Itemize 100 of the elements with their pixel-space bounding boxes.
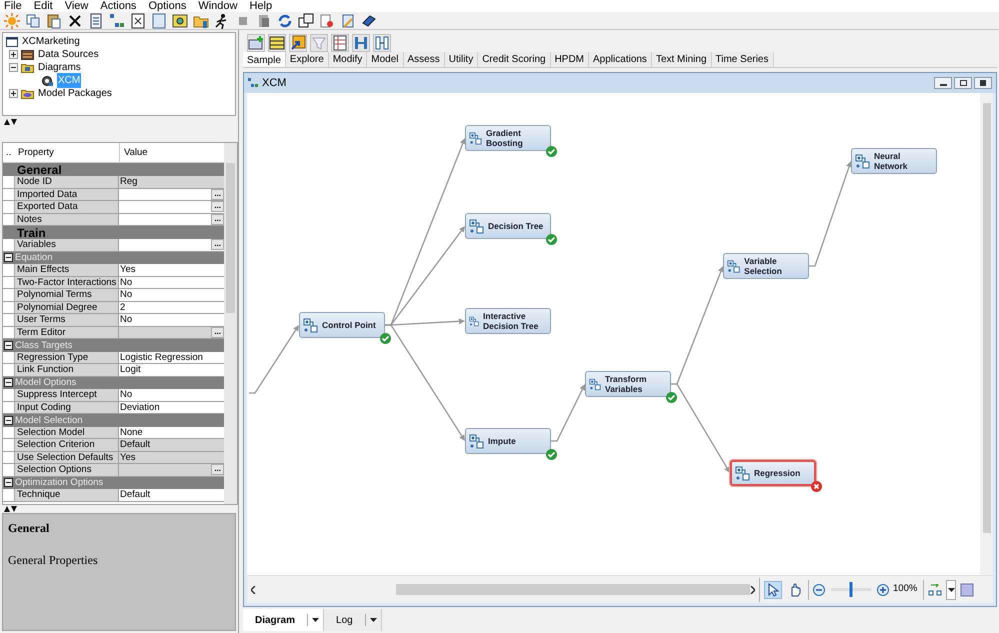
value-cell[interactable]: Reg [119,176,224,188]
vertical-scrollbar[interactable] [980,93,993,575]
tab[interactable]: Modify [328,52,368,67]
folder-icon [21,88,34,100]
tab[interactable]: Utility [444,52,478,67]
diagram-node[interactable]: Decision Tree [465,213,551,239]
caret-icon[interactable] [370,618,377,622]
arrow-button[interactable] [289,34,307,52]
zoom-slider[interactable] [831,582,871,597]
node-icon [589,376,601,392]
ellipsis-button[interactable]: ... [211,201,224,212]
minimize-button[interactable] [934,77,952,89]
property-value: Logit [120,365,141,374]
scrollbar[interactable] [224,143,237,504]
tree-item[interactable]: Model Packages [37,86,113,101]
restore-button[interactable] [954,77,972,89]
document-icon[interactable] [88,12,104,28]
collapse-icon[interactable] [9,63,18,72]
tab[interactable]: Time Series [712,52,774,67]
split-button[interactable] [373,34,391,52]
add-node-icon [248,34,264,50]
tab[interactable]: Credit Scoring [478,52,551,67]
caret-icon[interactable] [948,588,955,592]
group-header: Equation [15,253,53,262]
ellipsis-button[interactable]: ... [211,239,224,250]
collapse-icon[interactable] [4,253,13,262]
tree-item[interactable]: Diagrams [37,60,82,75]
scroll-left-icon[interactable] [251,586,256,594]
windows-icon[interactable] [298,12,314,28]
menu-item[interactable]: View [64,0,88,12]
collapse-icon[interactable] [4,416,13,425]
close-button[interactable] [974,77,992,89]
diagram-node[interactable]: Interactive Decision Tree [465,308,551,334]
diagram-icon[interactable] [109,12,125,28]
value-cell[interactable]: ... [119,326,224,338]
tab[interactable]: Text Mining [652,52,712,67]
menu-item[interactable]: Options [148,0,186,12]
expand-icon[interactable] [9,50,18,59]
pointer-tool[interactable] [764,580,782,598]
menu-item[interactable]: Actions [100,0,136,12]
zoom-out-icon[interactable] [813,584,825,596]
property-value: Yes [120,452,136,462]
tab[interactable]: HPDM [550,52,590,67]
value-cell[interactable]: Yes [119,452,224,463]
ellipsis-button[interactable]: ... [211,326,224,338]
diagram-node[interactable]: Variable Selection [723,253,809,279]
tab[interactable]: Explore [286,52,329,67]
diagram-node[interactable]: Control Point [299,312,385,338]
diagram-node[interactable]: Transform Variables [585,371,671,397]
splitter-arrows-icon[interactable] [4,506,17,512]
splitter-arrows-icon[interactable] [4,119,17,125]
zoom-in-icon[interactable] [877,584,889,596]
expand-icon[interactable] [9,89,18,98]
collapse-icon[interactable] [4,340,13,350]
notepad-icon[interactable] [151,12,167,28]
scroll-right-icon[interactable] [750,586,755,594]
diagram-node[interactable]: Impute [465,428,551,454]
menu-item[interactable]: Help [249,0,272,12]
connector-arrow [551,384,586,442]
tab[interactable]: Applications [589,52,652,67]
paste-icon[interactable] [46,12,62,28]
ellipsis-button[interactable]: ... [211,214,224,225]
ellipsis-button[interactable]: ... [211,464,224,476]
table-button[interactable] [331,34,349,52]
overview-icon[interactable] [960,582,974,596]
ellipsis-button[interactable]: ... [211,188,224,200]
diagram-icon [248,78,258,88]
refresh-icon[interactable] [277,12,293,28]
add-node-button[interactable] [247,34,265,52]
magnifier-icon[interactable] [172,12,188,28]
tree-item[interactable]: XCMarketing [22,34,80,49]
collapse-icon[interactable] [4,378,13,388]
wand-icon[interactable] [340,12,356,28]
group-header: Model Options [15,378,76,388]
copy-icon[interactable] [25,12,41,28]
diagram-node[interactable]: Neural Network [851,148,937,174]
layout-icon[interactable] [928,584,942,596]
tab[interactable]: Model [367,52,404,67]
diagram-node[interactable]: Gradient Boosting [465,125,551,151]
grid-button[interactable] [268,34,286,52]
dropdown-button[interactable] [946,580,956,600]
tab[interactable]: Assess [404,52,445,67]
menu-item[interactable]: Edit [34,0,53,12]
caret-icon[interactable] [312,618,320,622]
property-value: Logistic Regression [120,352,203,362]
columns-button[interactable] [352,34,370,52]
gear-icon [41,74,54,86]
tab[interactable]: Sample [243,52,286,67]
node-icon [469,434,484,448]
value-cell[interactable]: ... [119,464,224,476]
value-cell[interactable]: Default [119,439,224,450]
property-name: Input Coding [15,402,119,413]
menu-item[interactable]: Window [198,0,238,12]
property-value: No [120,315,132,324]
table-icon [332,34,348,50]
diagram-node[interactable]: Regression [730,460,816,486]
tree-item[interactable]: Data Sources [37,47,100,62]
menu-item[interactable]: File [4,0,22,12]
delete-icon[interactable] [67,12,83,28]
collapse-icon[interactable] [4,478,13,488]
